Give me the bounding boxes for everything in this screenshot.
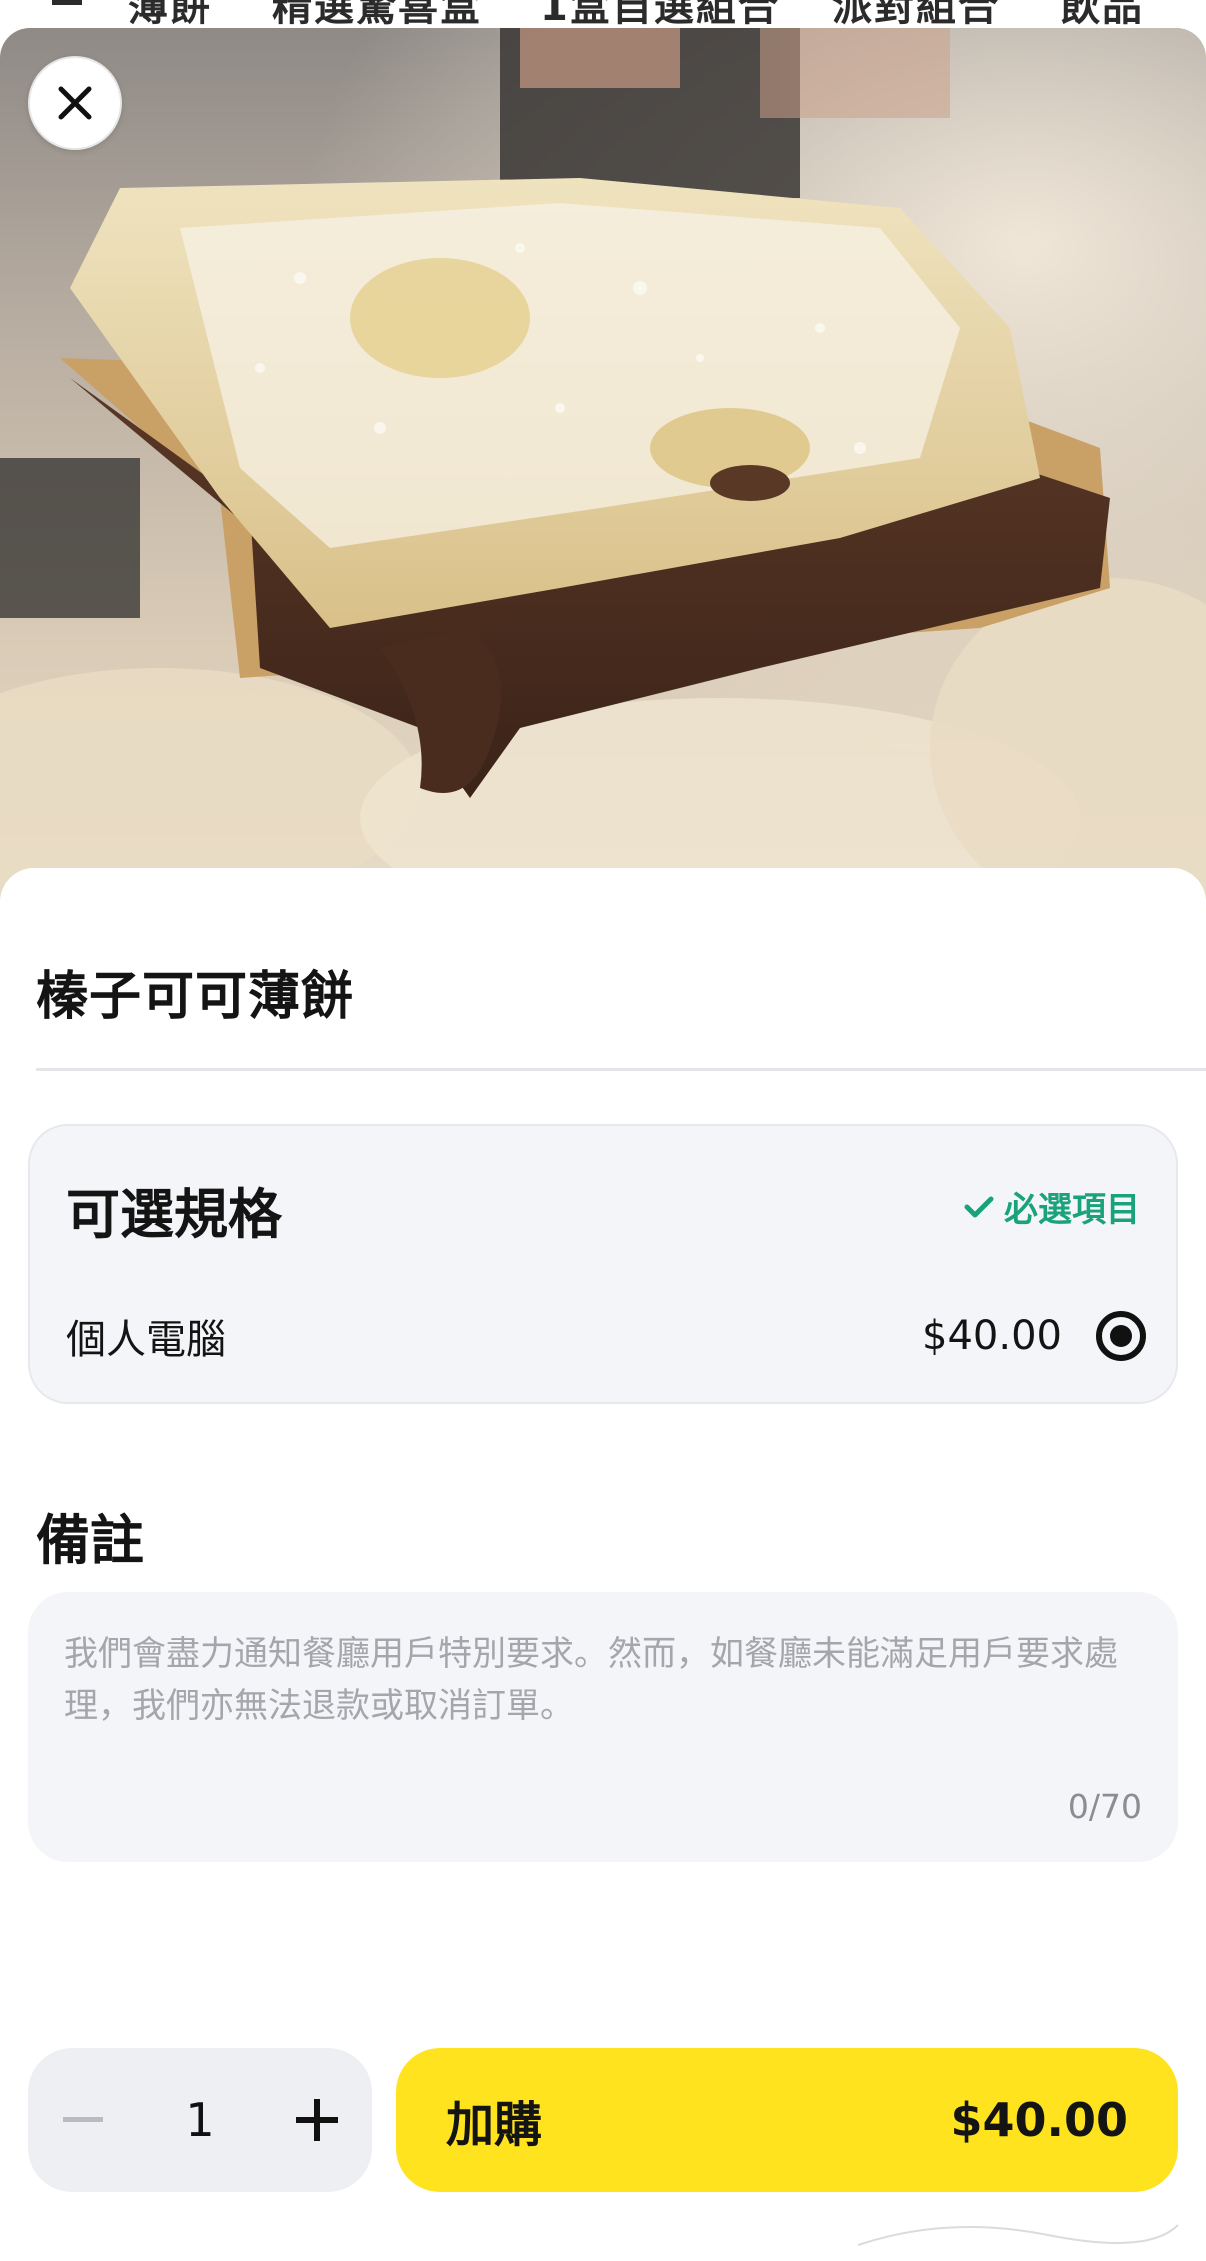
add-to-cart-price: $40.00 [950,2093,1128,2147]
item-detail-sheet: 榛子可可薄餅 可選規格 必選項目 個人電腦 $40.00 備註 我們會盡力通知餐… [0,28,1206,2261]
plus-icon [296,2099,338,2141]
notes-heading: 備註 [36,1509,144,1572]
close-button[interactable] [28,56,122,150]
nav-tab[interactable]: 薄餅 [128,0,212,30]
decrease-button[interactable] [28,2048,138,2192]
nav-tab[interactable]: 精選驚喜盒 [272,0,482,30]
close-icon [58,86,92,120]
option-radio[interactable] [1096,1311,1146,1361]
add-to-cart-label: 加購 [446,2097,543,2153]
required-badge: 必選項目 [964,1182,1140,1231]
check-icon [964,1196,994,1217]
options-heading: 可選規格 [66,1183,282,1246]
increase-button[interactable] [262,2048,372,2192]
category-nav: 薄餅 精選驚喜盒 1盒自選組合 派對組合 飲品 [0,0,1206,30]
option-price: $40.00 [922,1313,1062,1359]
crepe-illustration [0,28,1206,900]
nav-tab[interactable]: 派對組合 [832,0,1000,30]
minus-icon [63,2117,103,2122]
nav-tab[interactable]: 1盒自選組合 [540,0,780,30]
options-card: 可選規格 必選項目 個人電腦 $40.00 [28,1124,1178,1404]
notes-char-counter: 0/70 [1067,1787,1142,1826]
notes-placeholder: 我們會盡力通知餐廳用戶特別要求。然而，如餐廳未能滿足用戶要求處理，我們亦無法退款… [64,1634,1118,1726]
option-name: 個人電腦 [66,1317,226,1363]
divider [36,1068,1206,1071]
quantity-stepper: 1 [28,2048,372,2192]
notes-input[interactable]: 我們會盡力通知餐廳用戶特別要求。然而，如餐廳未能滿足用戶要求處理，我們亦無法退款… [28,1592,1178,1862]
quantity-value: 1 [185,2093,215,2147]
add-to-cart-button[interactable]: 加購 $40.00 [396,2048,1178,2192]
watermark-decoration [857,2224,1179,2246]
page: 薄餅 精選驚喜盒 1盒自選組合 派對組合 飲品 榛子可可薄餅 可選規格 必選項目… [0,0,1206,2261]
item-title: 榛子可可薄餅 [36,967,355,1027]
radio-selected-dot [1110,1325,1132,1347]
menu-icon[interactable] [36,0,82,10]
option-row-personal[interactable]: 個人電腦 $40.00 [66,1294,1146,1378]
nav-tab[interactable]: 飲品 [1060,0,1144,30]
item-detail-panel: 榛子可可薄餅 可選規格 必選項目 個人電腦 $40.00 備註 我們會盡力通知餐… [0,868,1206,2261]
required-label: 必選項目 [1004,1190,1140,1230]
item-photo [0,28,1206,900]
